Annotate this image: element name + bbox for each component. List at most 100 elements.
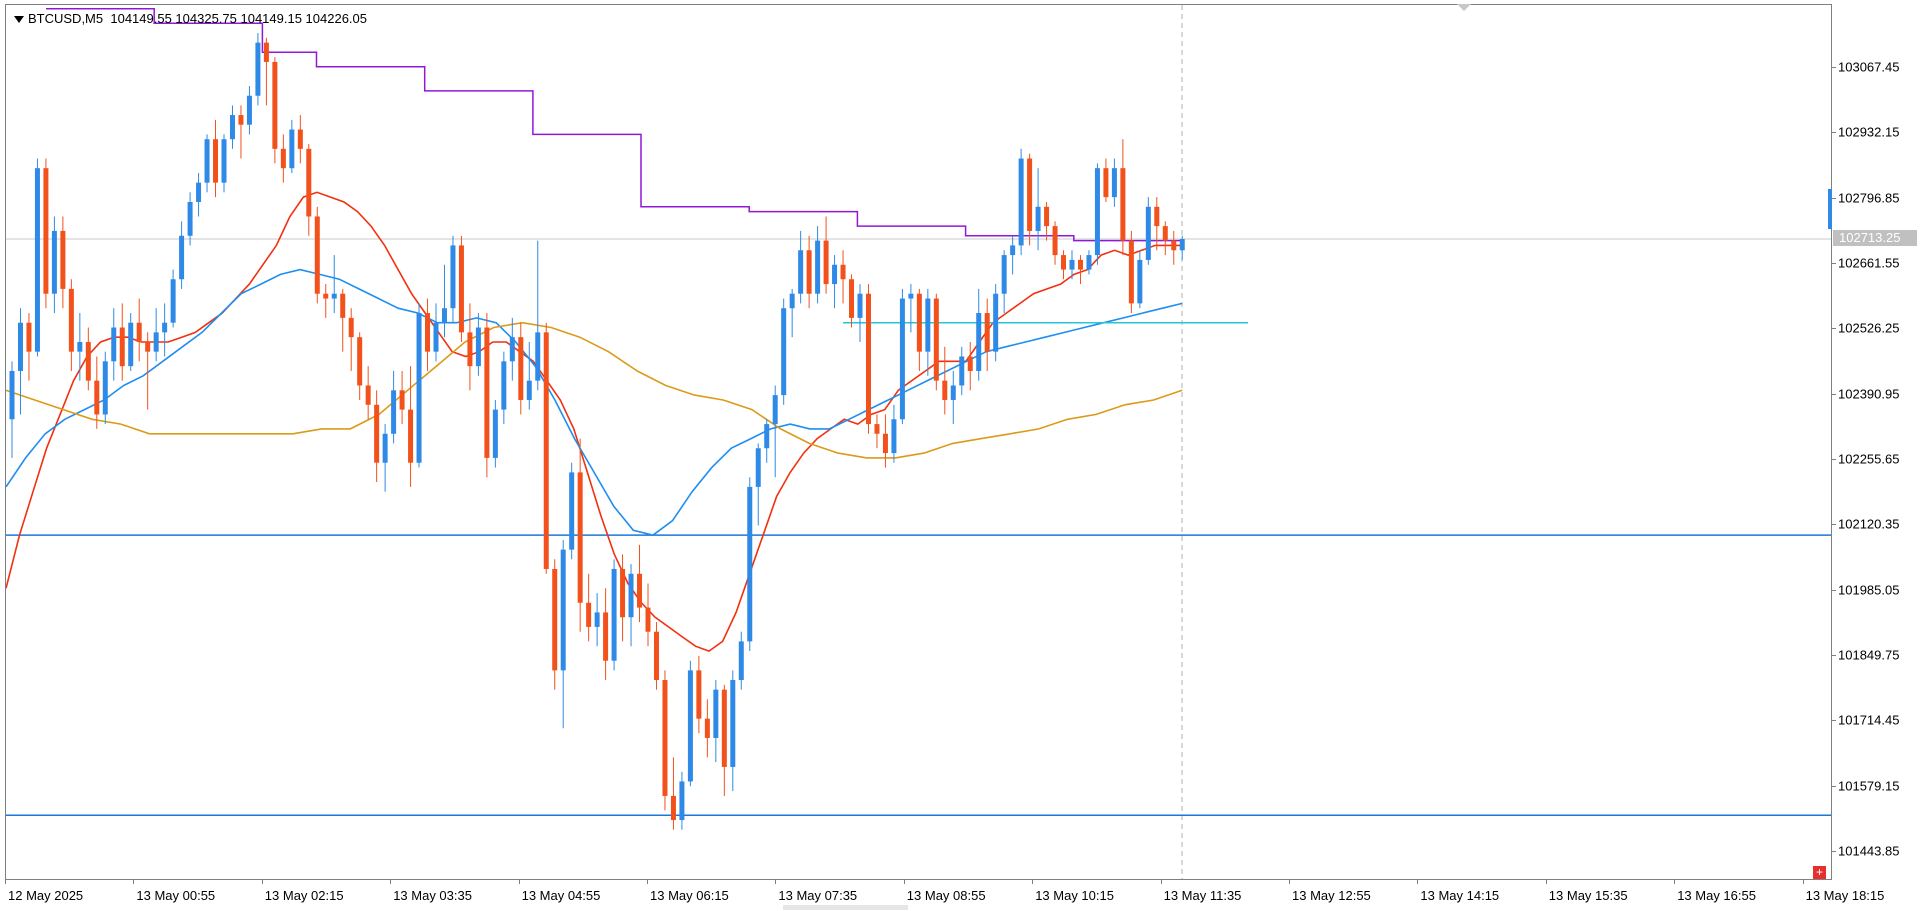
candle-body — [1052, 226, 1058, 256]
time-axis-tick — [1160, 880, 1162, 884]
candle-body — [51, 230, 57, 294]
candle-body — [933, 298, 939, 381]
chart-area[interactable]: BTCUSD,M5 104149.55 104325.75 104149.15 … — [5, 4, 1832, 880]
candle-body — [908, 293, 914, 299]
candle-body — [925, 298, 931, 352]
candle-body — [263, 42, 269, 62]
candle-body — [280, 148, 286, 169]
candle-body — [984, 313, 990, 352]
candle-body — [882, 433, 888, 454]
price-axis-tick — [1832, 851, 1836, 852]
candle-body — [526, 380, 532, 400]
candle-body — [738, 641, 744, 681]
candle-body — [1010, 245, 1016, 256]
symbol-menu-triangle-icon[interactable] — [14, 16, 24, 24]
time-axis-label: 13 May 00:55 — [136, 888, 216, 903]
candle-body — [1086, 255, 1092, 270]
candle-body — [213, 139, 219, 183]
chart-shift-marker-icon[interactable] — [1457, 4, 1471, 11]
price-axis-label: 101443.85 — [1838, 843, 1900, 859]
candle-body — [747, 486, 753, 642]
price-axis-label: 102526.25 — [1838, 320, 1900, 336]
candle-body — [696, 670, 702, 719]
symbol-name: BTCUSD,M5 — [28, 11, 104, 26]
time-axis-tick — [775, 880, 777, 884]
time-axis-tick — [390, 880, 392, 884]
candle-body — [272, 61, 278, 149]
candle-body — [441, 308, 447, 323]
candle-body — [399, 390, 405, 410]
candle-body — [662, 680, 668, 796]
candle-body — [408, 409, 414, 463]
candle-body — [1001, 255, 1007, 294]
price-axis-label: 102932.15 — [1838, 124, 1900, 140]
candle-body — [314, 216, 320, 294]
time-axis-label: 13 May 14:15 — [1420, 888, 1500, 903]
step-line-indicator — [46, 8, 1182, 242]
candle-body — [238, 115, 244, 125]
candle-body — [704, 718, 710, 738]
candle-body — [1061, 255, 1067, 270]
candle-body — [340, 293, 346, 318]
candle-body — [365, 385, 371, 405]
time-axis-tick — [1289, 880, 1290, 884]
price-axis-label: 101579.15 — [1838, 778, 1900, 794]
candle-body — [1120, 168, 1126, 241]
candle-body — [458, 245, 464, 333]
moving-average-slow — [6, 321, 1183, 459]
candle-body — [670, 795, 676, 821]
candle-body — [1077, 259, 1083, 270]
price-axis-label: 102255.65 — [1838, 451, 1900, 467]
candle-body — [815, 240, 821, 294]
price-axis[interactable]: 103067.45 102932.15 102796.85 102661.55 1025… — [1832, 4, 1920, 880]
candle-body — [967, 356, 973, 371]
candle-body — [179, 235, 185, 280]
candle-body — [357, 337, 363, 386]
time-axis-label: 13 May 18:15 — [1805, 888, 1885, 903]
candle-body — [484, 327, 490, 458]
price-axis-tick — [1832, 328, 1836, 330]
candle-body — [1094, 168, 1100, 256]
candle-body — [68, 288, 74, 352]
candle-body — [755, 448, 761, 487]
price-plot[interactable] — [6, 5, 1832, 880]
time-axis-label: 13 May 03:35 — [393, 888, 472, 903]
candle-body — [119, 327, 125, 367]
horizontal-scrollbar[interactable] — [783, 905, 908, 910]
time-axis-label: 12 May 2025 — [8, 888, 84, 903]
candle-body — [950, 385, 956, 400]
candle-body — [628, 573, 634, 618]
symbol-header[interactable]: BTCUSD,M5 104149.55 104325.75 104149.15 … — [14, 11, 367, 26]
candle-body — [849, 279, 855, 318]
time-axis-label: 13 May 04:55 — [521, 888, 601, 903]
candle-body — [1171, 240, 1177, 251]
candle-body — [85, 342, 91, 381]
time-axis[interactable]: 12 May 2025 13 May 00:55 13 May 02:15 13 Ma… — [0, 880, 1920, 911]
candle-body — [569, 472, 575, 550]
candle-body — [102, 361, 108, 415]
candle-body — [433, 322, 439, 352]
candle-body — [543, 332, 549, 569]
time-axis-tick — [903, 880, 905, 884]
candle-body — [382, 433, 388, 463]
price-axis-label: 101714.45 — [1838, 712, 1900, 728]
candle-body — [637, 573, 643, 608]
scroll-end-button[interactable]: + — [1813, 866, 1826, 879]
candle-body — [764, 424, 770, 449]
candle-body — [425, 313, 431, 352]
time-axis-tick — [1545, 880, 1547, 884]
candle-body — [1035, 206, 1041, 231]
candle-body — [1137, 259, 1143, 304]
time-axis-label: 13 May 15:35 — [1548, 888, 1628, 903]
time-axis-tick — [133, 880, 135, 884]
candle-body — [789, 293, 795, 309]
price-axis-tick — [1832, 263, 1836, 264]
candle-body — [840, 264, 846, 280]
candle-body — [611, 568, 617, 661]
price-axis-tick — [1832, 524, 1836, 526]
candle-body — [128, 322, 134, 367]
time-axis-tick — [647, 880, 648, 884]
price-axis-label: 102796.85 — [1838, 190, 1900, 206]
candle-body — [1027, 158, 1033, 231]
candle-body — [348, 317, 354, 338]
